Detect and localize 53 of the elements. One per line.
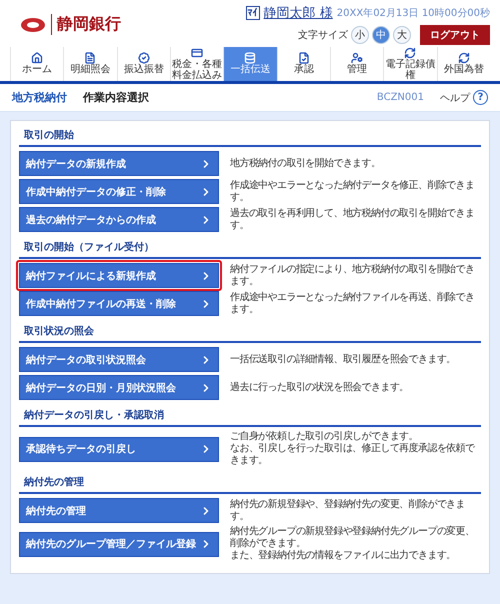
font-size-button[interactable]: 大 [393, 26, 411, 44]
help-link[interactable]: ヘルプ ? [440, 90, 488, 105]
page-title: 作業内容選択 [83, 90, 150, 105]
menu-button[interactable]: 納付データの新規作成 [19, 151, 219, 176]
nav-tab[interactable]: 一括伝送 [223, 47, 277, 81]
menu-button[interactable]: 納付データの取引状況照会 [19, 347, 219, 372]
nav-icon [191, 47, 204, 59]
user-name: 静岡太郎 様 [264, 5, 333, 22]
nav-icon [84, 52, 96, 64]
nav-tab[interactable]: 電子記録債権 [383, 47, 437, 81]
menu-button[interactable]: 作成中納付ファイルの再送・削除 [19, 291, 219, 316]
menu-description: 作成途中やエラーとなった納付データを修正、削除できます。 [230, 180, 476, 204]
menu-button[interactable]: 過去の納付データからの作成 [19, 207, 219, 232]
menu-button[interactable]: 承認待ちデータの引戻し [19, 436, 219, 462]
menu-description: 一括伝送取引の詳細情報、取引履歴を照会できます。 [230, 354, 457, 366]
user-badge: ﾏｲ [246, 6, 260, 20]
section-title: 取引状況の照会 [19, 319, 481, 343]
nav-icon [138, 52, 150, 64]
menu-description: ご自身が依頼した取引の引戻しができます。 [230, 431, 420, 442]
bank-name: 静岡銀行 [51, 14, 121, 35]
logo-icon [20, 16, 46, 34]
menu-button[interactable]: 作成中納付データの修正・削除 [19, 179, 219, 204]
menu-description: 納付先グループの新規登録や登録納付先グループの変更、削除ができます。 [230, 526, 476, 550]
section-title: 取引の開始（ファイル受付） [19, 235, 481, 259]
nav-tab[interactable]: 税金・各種料金払込み [170, 47, 224, 81]
section-title: 納付先の管理 [19, 470, 481, 494]
login-datetime: 20XX年02月13日 10時00分00秒 [336, 6, 490, 20]
menu-description: 地方税納付の取引を開始できます。 [230, 158, 382, 170]
menu-description: 作成途中やエラーとなった納付ファイルを再送、削除できます。 [230, 292, 476, 316]
menu-description: 過去の取引を再利用して、地方税納付の取引を開始できます。 [230, 208, 476, 232]
menu-description: また、登録納付先の情報をファイルに出力できます。 [230, 550, 457, 562]
nav-icon [458, 52, 470, 64]
nav-icon [31, 52, 44, 64]
menu-description: 過去に行った取引の状況を照会できます。 [230, 382, 410, 394]
section-title: 取引の開始 [19, 123, 481, 147]
font-size-button[interactable]: 中 [372, 26, 390, 44]
screen-id: BCZN001 [376, 92, 424, 103]
category-title: 地方税納付 [12, 90, 67, 105]
nav-icon [244, 52, 256, 64]
menu-description: なお、引戻しを行った取引は、修正して再度承認を依頼できます。 [230, 443, 476, 467]
menu-description: 納付ファイルの指定により、地方税納付の取引を開始できます。 [230, 264, 476, 288]
nav-icon [298, 52, 310, 64]
menu-button[interactable]: 納付先の管理 [19, 498, 219, 523]
font-size-label: 文字サイズ [298, 28, 348, 42]
nav-icon [404, 47, 416, 59]
section-title: 納付データの引戻し・承認取消 [19, 403, 481, 427]
menu-button[interactable]: 納付先のグループ管理／ファイル登録 [19, 532, 219, 556]
menu-description: 納付先の新規登録や、登録納付先の変更、削除ができます。 [230, 498, 466, 522]
nav-icon [351, 52, 364, 64]
menu-button[interactable]: 納付ファイルによる新規作成 [19, 263, 219, 288]
menu-button[interactable]: 納付データの日別・月別状況照会 [19, 375, 219, 400]
logout-button[interactable]: ログアウト [420, 25, 490, 45]
font-size-button[interactable]: 小 [351, 26, 369, 44]
